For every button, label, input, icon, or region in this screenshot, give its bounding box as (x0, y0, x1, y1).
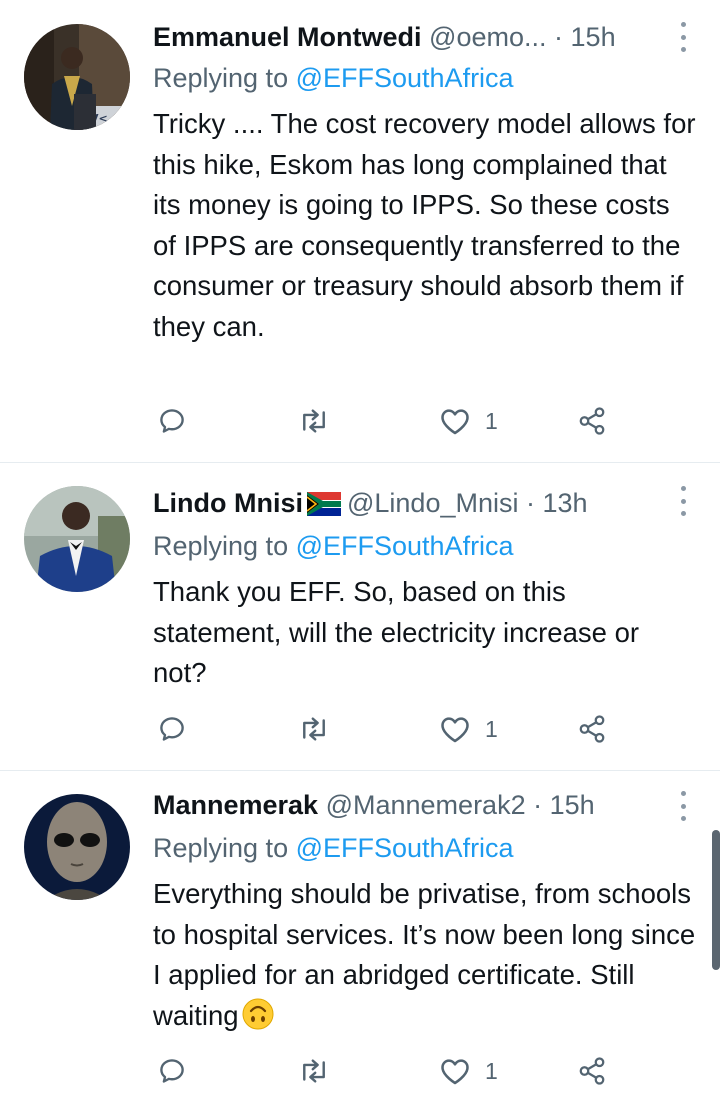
retweet-button[interactable] (297, 401, 345, 441)
like-button[interactable]: 1 (439, 709, 498, 749)
more-icon[interactable] (676, 791, 690, 821)
share-button[interactable] (577, 709, 607, 749)
upside-down-face-icon (241, 997, 275, 1043)
tweet-2[interactable]: Lindo Mnisi @Lindo_Mnisi · 13h Replying … (0, 463, 720, 771)
reply-button[interactable] (157, 1051, 201, 1091)
tweet-text: Tricky .... The cost recovery model allo… (153, 108, 696, 342)
like-button[interactable]: 1 (439, 1051, 498, 1091)
replying-prefix: Replying to (153, 833, 296, 863)
tweet-actions: 1 (153, 1051, 623, 1091)
reply-icon (160, 717, 184, 741)
replying-to: Replying to @EFFSouthAfrica (153, 529, 514, 563)
separator-dot: · (554, 22, 564, 52)
tweet-header: Mannemerak @Mannemerak2 · 15h (153, 788, 690, 822)
display-name[interactable]: Emmanuel Montwedi (153, 22, 422, 52)
tweet-header: Emmanuel Montwedi @oemo... · 15h (153, 20, 690, 54)
timestamp[interactable]: 13h (543, 488, 588, 518)
like-count: 1 (485, 715, 498, 742)
retweet-button[interactable] (297, 709, 345, 749)
retweet-button[interactable] (297, 1051, 345, 1091)
reply-button[interactable] (157, 401, 201, 441)
mention-link[interactable]: @EFFSouthAfrica (296, 63, 514, 93)
like-count: 1 (485, 1057, 498, 1084)
retweet-icon (303, 409, 325, 433)
retweet-icon (303, 1059, 325, 1083)
timestamp[interactable]: 15h (550, 790, 595, 820)
separator-dot: · (533, 790, 543, 820)
mention-link[interactable]: @EFFSouthAfrica (296, 833, 514, 863)
reply-icon (160, 1059, 184, 1083)
tweet-header: Lindo Mnisi @Lindo_Mnisi · 13h (153, 486, 690, 524)
tweet-text: Everything should be privatise, from sch… (153, 874, 700, 1042)
user-handle[interactable]: @Mannemerak2 (326, 790, 526, 820)
tweet-text-content: Everything should be privatise, from sch… (153, 878, 696, 1031)
display-name[interactable]: Mannemerak (153, 790, 318, 820)
mention-link[interactable]: @EFFSouthAfrica (296, 531, 514, 561)
more-icon[interactable] (676, 486, 690, 516)
replying-to: Replying to @EFFSouthAfrica (153, 831, 514, 865)
like-count: 1 (485, 407, 498, 434)
separator-dot: · (526, 488, 535, 518)
timestamp[interactable]: 15h (571, 22, 616, 52)
display-name[interactable]: Lindo Mnisi (153, 488, 303, 518)
reply-button[interactable] (157, 709, 201, 749)
like-icon (441, 409, 469, 435)
replying-prefix: Replying to (153, 531, 296, 561)
avatar[interactable] (24, 794, 130, 900)
share-button[interactable] (577, 1051, 607, 1091)
avatar[interactable]: V< (24, 24, 130, 130)
share-icon (579, 715, 605, 743)
tweet-1[interactable]: V< Emmanuel Montwedi @oemo... · 15h Repl… (0, 0, 720, 463)
retweet-icon (303, 717, 325, 741)
like-icon (441, 717, 469, 743)
user-handle[interactable]: @oemo... (429, 22, 546, 52)
user-handle[interactable]: @Lindo_Mnisi (347, 488, 519, 518)
like-icon (441, 1059, 469, 1085)
tweet-actions: 1 (153, 401, 623, 441)
scrollbar[interactable] (712, 830, 720, 970)
like-button[interactable]: 1 (439, 401, 498, 441)
avatar[interactable] (24, 486, 130, 592)
share-icon (579, 407, 605, 435)
more-icon[interactable] (676, 22, 690, 52)
replying-to: Replying to @EFFSouthAfrica (153, 61, 514, 95)
tweet-text: Thank you EFF. So, based on this stateme… (153, 576, 640, 688)
share-button[interactable] (577, 401, 607, 441)
share-icon (579, 1057, 605, 1085)
reply-icon (160, 409, 184, 433)
south-africa-flag-icon (306, 490, 341, 524)
tweet-actions: 1 (153, 709, 623, 749)
replying-prefix: Replying to (153, 63, 296, 93)
tweet-3[interactable]: Mannemerak @Mannemerak2 · 15h Replying t… (0, 771, 720, 1114)
